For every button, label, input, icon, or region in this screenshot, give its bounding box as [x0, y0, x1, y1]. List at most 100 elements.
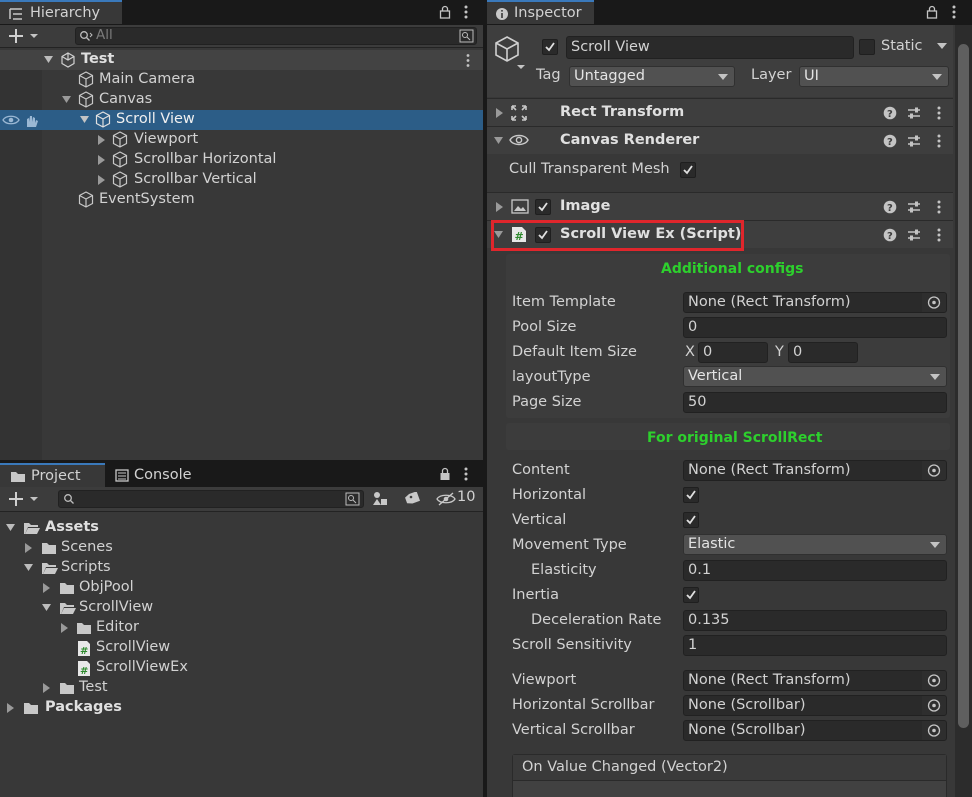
object-picker-icon[interactable] [922, 671, 946, 690]
on-value-changed-event[interactable]: On Value Changed (Vector2) [512, 754, 947, 797]
more-options-icon[interactable] [462, 4, 470, 20]
panel-divider[interactable] [483, 0, 487, 797]
collapse-arrow-icon[interactable] [61, 623, 69, 633]
filter-by-type-icon[interactable] [372, 491, 389, 507]
project-search-input[interactable] [58, 490, 364, 508]
vertical-checkbox[interactable] [683, 512, 699, 528]
content-label: Content [512, 462, 570, 478]
filter-by-label-icon[interactable] [405, 492, 421, 506]
tab-project[interactable]: Project [0, 463, 105, 487]
project-item-label: Scenes [61, 539, 113, 555]
active-checkbox[interactable] [542, 39, 558, 55]
horizontal-checkbox[interactable] [683, 487, 699, 503]
collapse-arrow-icon[interactable] [496, 202, 503, 212]
component-image[interactable]: Image ? [487, 192, 953, 220]
object-picker-icon[interactable] [922, 461, 946, 480]
expand-arrow-icon[interactable] [80, 116, 89, 124]
collapse-arrow-icon[interactable] [43, 683, 51, 693]
presets-sliders-icon[interactable] [907, 200, 921, 214]
viewport-field[interactable]: None (Rect Transform) [683, 670, 947, 691]
search-icon [80, 31, 93, 41]
layer-dropdown[interactable]: UI [799, 66, 949, 87]
more-options-icon[interactable] [936, 105, 942, 121]
lock-icon[interactable] [439, 5, 451, 19]
help-icon[interactable]: ? [883, 106, 897, 120]
inspector-scrollbar-thumb[interactable] [958, 44, 969, 728]
help-icon[interactable]: ? [883, 134, 897, 148]
hierarchy-item-label: Scrollbar Horizontal [134, 151, 277, 167]
item-template-value: None (Rect Transform) [688, 294, 851, 310]
expand-arrow-icon[interactable] [24, 564, 33, 572]
tab-console[interactable]: Console [108, 463, 208, 487]
page-size-field[interactable]: 50 [683, 392, 947, 413]
pool-size-field[interactable]: 0 [683, 317, 947, 338]
movement-type-dropdown[interactable]: Elastic [683, 534, 947, 555]
collapse-arrow-icon[interactable] [496, 108, 503, 118]
info-icon [496, 8, 508, 20]
hierarchy-search-input[interactable]: All [75, 27, 477, 45]
more-options-icon[interactable] [464, 53, 472, 68]
collapse-arrow-icon[interactable] [25, 543, 33, 553]
vertical-scrollbar-field[interactable]: None (Scrollbar) [683, 720, 947, 741]
expand-arrow-icon[interactable] [6, 524, 15, 532]
elasticity-field[interactable]: 0.1 [683, 560, 947, 581]
object-picker-icon[interactable] [922, 721, 946, 740]
pickable-hand-icon[interactable] [23, 113, 39, 128]
horizontal-scrollbar-label: Horizontal Scrollbar [512, 697, 655, 713]
more-options-icon[interactable] [936, 199, 942, 215]
presets-sliders-icon[interactable] [907, 228, 921, 242]
project-item-label: Editor [96, 619, 139, 635]
more-options-icon[interactable] [462, 466, 470, 482]
cull-transparent-mesh-checkbox[interactable] [680, 162, 696, 178]
item-template-field[interactable]: None (Rect Transform) [683, 292, 947, 313]
help-icon[interactable]: ? [883, 200, 897, 214]
create-plus-icon[interactable] [8, 491, 40, 507]
chevron-down-icon [718, 74, 728, 80]
expand-arrow-icon[interactable] [44, 56, 53, 64]
inertia-checkbox[interactable] [683, 587, 699, 603]
tab-project-label: Project [31, 468, 81, 484]
object-picker-icon[interactable] [922, 293, 946, 312]
search-by-type-icon[interactable] [459, 29, 474, 43]
gameobject-large-icon[interactable] [494, 35, 526, 71]
static-dropdown-icon[interactable] [937, 43, 947, 51]
help-icon[interactable]: ? [883, 228, 897, 242]
content-field[interactable]: None (Rect Transform) [683, 460, 947, 481]
more-options-icon[interactable] [950, 4, 958, 20]
collapse-arrow-icon[interactable] [7, 703, 15, 713]
search-by-type-icon[interactable] [345, 492, 360, 506]
folder-icon [60, 683, 74, 694]
layout-type-dropdown[interactable]: Vertical [683, 366, 947, 387]
lock-icon[interactable] [926, 5, 938, 19]
component-rect-transform[interactable]: Rect Transform ? [487, 98, 953, 126]
project-item-label: Scripts [61, 559, 111, 575]
default-item-size-x-field[interactable]: 0 [698, 342, 768, 363]
presets-sliders-icon[interactable] [907, 134, 921, 148]
static-checkbox[interactable] [859, 39, 875, 55]
object-picker-icon[interactable] [922, 696, 946, 715]
more-options-icon[interactable] [936, 227, 942, 243]
tab-inspector[interactable]: Inspector [487, 0, 594, 24]
tag-dropdown[interactable]: Untagged [569, 66, 735, 87]
default-item-size-y-field[interactable]: 0 [788, 342, 858, 363]
collapse-arrow-icon[interactable] [98, 135, 106, 145]
collapse-arrow-icon[interactable] [98, 155, 106, 165]
collapse-arrow-icon[interactable] [43, 583, 51, 593]
create-dropdown-button[interactable] [6, 27, 42, 45]
object-name-field[interactable]: Scroll View [566, 36, 854, 59]
scroll-sensitivity-field[interactable]: 1 [683, 635, 947, 656]
expand-arrow-icon[interactable] [62, 96, 71, 104]
image-enabled-checkbox[interactable] [535, 199, 551, 215]
expand-arrow-icon[interactable] [42, 604, 51, 612]
deceleration-rate-field[interactable]: 0.135 [683, 610, 947, 631]
more-options-icon[interactable] [936, 133, 942, 149]
visibility-eye-icon[interactable] [2, 114, 20, 126]
tab-hierarchy[interactable]: Hierarchy [0, 0, 122, 24]
lock-icon[interactable] [439, 467, 451, 481]
component-canvas-renderer[interactable]: Canvas Renderer ? [487, 126, 953, 154]
hidden-packages-toggle[interactable]: 10 [436, 489, 478, 509]
presets-sliders-icon[interactable] [907, 106, 921, 120]
expand-arrow-icon[interactable] [494, 137, 503, 145]
horizontal-scrollbar-field[interactable]: None (Scrollbar) [683, 695, 947, 716]
collapse-arrow-icon[interactable] [98, 175, 106, 185]
